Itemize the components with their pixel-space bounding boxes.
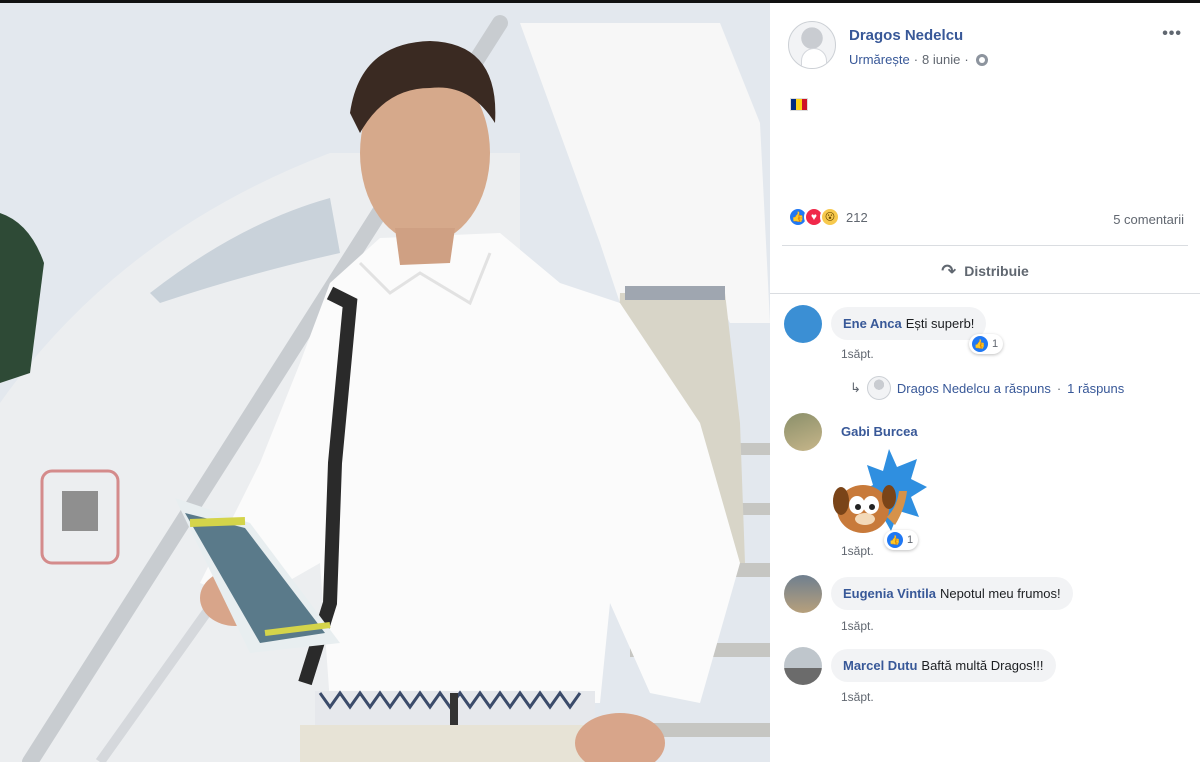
comment-likes-count: 1 — [992, 338, 999, 350]
reply-text: Dragos Nedelcu a răspuns — [896, 380, 1051, 396]
divider — [782, 245, 1188, 246]
more-options-icon[interactable]: ••• — [1162, 25, 1182, 43]
comment-time[interactable]: 1săpt. — [841, 619, 874, 633]
comment-bubble: Eugenia Vintila Nepotul meu frumos! — [831, 577, 1073, 610]
comment-time[interactable]: 1săpt. — [841, 690, 874, 704]
flag-stripe-red — [801, 99, 807, 110]
author-name[interactable]: Dragos Nedelcu — [849, 27, 963, 44]
reply-arrow-icon: ↳ — [850, 380, 861, 395]
wow-reaction-icon: 😮 — [820, 207, 840, 227]
commenter-avatar[interactable] — [784, 647, 822, 685]
reply-author-avatar — [866, 376, 891, 400]
post-sidebar: Dragos Nedelcu Urmărește · 8 iunie · •••… — [770, 3, 1200, 762]
comment-likes-badge[interactable]: 👍 1 — [969, 334, 1004, 354]
like-icon: 👍 — [887, 532, 903, 548]
commenter-avatar[interactable] — [784, 575, 822, 613]
globe-icon — [975, 53, 988, 66]
photo-illustration — [0, 3, 770, 762]
comment-bubble: Gabi Burcea — [831, 415, 934, 448]
commenter-name[interactable]: Ene Anca — [843, 316, 902, 331]
meta-separator: · — [964, 52, 969, 67]
share-button[interactable]: ↷ Distribuie — [770, 255, 1200, 287]
replies-link[interactable]: ↳ Dragos Nedelcu a răspuns · 1 răspuns — [850, 376, 1124, 400]
comment-time[interactable]: 1săpt. — [841, 347, 874, 361]
comment-text: Baftă multă Dragos!!! — [921, 658, 1044, 673]
share-icon: ↷ — [941, 260, 957, 281]
commenter-name[interactable]: Gabi Burcea — [841, 424, 918, 439]
commenter-name[interactable]: Eugenia Vintila — [843, 586, 936, 601]
thumbs-up-dog-sticker — [833, 449, 927, 533]
post-photo[interactable] — [0, 3, 770, 762]
reply-count: 1 răspuns — [1067, 380, 1125, 396]
follow-link[interactable]: Urmărește — [849, 52, 910, 67]
comment-bubble: Ene Anca Ești superb! — [831, 307, 987, 340]
reply-separator: · — [1056, 380, 1062, 396]
divider — [770, 293, 1200, 294]
comment-likes-badge[interactable]: 👍 1 — [884, 530, 919, 550]
commenter-name[interactable]: Marcel Dutu — [843, 658, 917, 673]
reactions-summary[interactable]: 👍 ♥ 😮 212 — [788, 207, 868, 227]
comment-likes-count: 1 — [907, 534, 914, 546]
romania-flag-icon — [790, 98, 808, 111]
reactions-count[interactable]: 212 — [846, 210, 868, 225]
share-label: Distribuie — [964, 263, 1029, 279]
meta-separator: · — [913, 52, 919, 67]
author-avatar[interactable] — [788, 21, 836, 69]
comment-bubble: Marcel Dutu Baftă multă Dragos!!! — [831, 649, 1056, 682]
commenter-avatar[interactable] — [784, 413, 822, 451]
comments-count[interactable]: 5 comentarii — [1113, 212, 1184, 227]
comment-text: Ești superb! — [905, 316, 975, 331]
post-date[interactable]: 8 iunie — [922, 52, 960, 67]
comment-text: Nepotul meu frumos! — [939, 586, 1061, 601]
like-icon: 👍 — [972, 336, 988, 352]
commenter-avatar[interactable] — [784, 305, 822, 343]
comment-time[interactable]: 1săpt. — [841, 544, 874, 558]
post-meta: Urmărește · 8 iunie · — [849, 52, 988, 67]
